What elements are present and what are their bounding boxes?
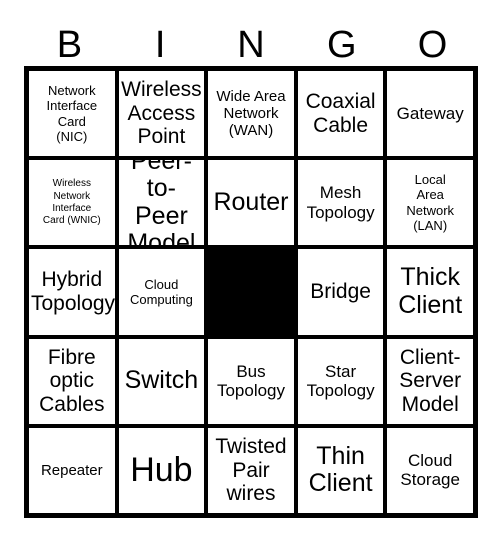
bingo-cell-label: Switch	[124, 366, 199, 395]
bingo-cell[interactable]: Local Area Network (LAN)	[387, 160, 473, 246]
bingo-cell-label: Twisted Pair wires	[215, 435, 287, 506]
bingo-cell[interactable]: Switch	[118, 338, 205, 424]
bingo-cell[interactable]: Repeater	[29, 427, 115, 513]
bingo-grid: Network Interface Card (NIC) Wireless Acc…	[24, 66, 478, 518]
bingo-cell-label: Coaxial Cable	[305, 90, 376, 137]
bingo-cell-label: Thick Client	[398, 263, 463, 319]
bingo-cell-label: Cloud Computing	[129, 276, 193, 307]
bingo-cell-label: Client- Server Model	[399, 345, 462, 416]
bingo-cell-label: Wireless Network Interface Card (WNIC)	[42, 178, 101, 226]
bingo-cell-label: Thin Client	[308, 441, 373, 498]
bingo-cell-label: Hub	[130, 450, 193, 489]
bingo-cell[interactable]: Star Topology	[297, 338, 384, 424]
bingo-cell-free-space[interactable]	[208, 249, 294, 335]
bingo-cell[interactable]: Mesh Topology	[297, 160, 384, 246]
bingo-cell[interactable]: Hybrid Topology	[29, 249, 115, 335]
bingo-cell-label: Mesh Topology	[306, 183, 375, 222]
bingo-cell-label: Fibre optic Cables	[39, 345, 105, 416]
bingo-column-headers: B I N G O	[24, 14, 478, 66]
bingo-cell-label: Bridge	[310, 280, 371, 304]
bingo-cell[interactable]: Peer- to-Peer Model	[118, 160, 205, 246]
bingo-cell-label: Network Interface Card (NIC)	[46, 82, 98, 144]
bingo-cell[interactable]: Coaxial Cable	[297, 71, 384, 157]
bingo-cell-label: Local Area Network (LAN)	[406, 172, 455, 234]
bingo-cell[interactable]: Wireless Network Interface Card (WNIC)	[29, 160, 115, 246]
bingo-cell[interactable]: Gateway	[387, 71, 473, 157]
bingo-cell[interactable]: Cloud Computing	[118, 249, 205, 335]
bingo-cell[interactable]: Wireless Access Point	[118, 71, 205, 157]
column-header-g: G	[327, 24, 357, 66]
bingo-cell[interactable]: Twisted Pair wires	[208, 427, 294, 513]
bingo-cell[interactable]: Client- Server Model	[387, 338, 473, 424]
bingo-cell-label: Gateway	[396, 103, 464, 123]
bingo-cell-label: Wide Area Network (WAN)	[216, 87, 286, 140]
bingo-cell-label: Peer- to-Peer Model	[127, 160, 196, 246]
bingo-cell[interactable]: Hub	[118, 427, 205, 513]
bingo-cell-label: Cloud Storage	[400, 450, 460, 490]
bingo-cell-label: Hybrid Topology	[31, 268, 115, 315]
bingo-cell[interactable]: Fibre optic Cables	[29, 338, 115, 424]
column-header-n: N	[237, 24, 265, 66]
bingo-cell[interactable]: Wide Area Network (WAN)	[208, 71, 294, 157]
bingo-cell[interactable]: Cloud Storage	[387, 427, 473, 513]
bingo-cell[interactable]: Router	[208, 160, 294, 246]
column-header-i: I	[154, 24, 166, 66]
bingo-cell-label: Star Topology	[306, 361, 375, 401]
bingo-cell[interactable]: Network Interface Card (NIC)	[29, 71, 115, 157]
bingo-cell-label: Router	[213, 188, 289, 217]
column-header-b: B	[56, 24, 83, 66]
bingo-cell-label: Wireless Access Point	[121, 78, 202, 149]
bingo-cell[interactable]: Thin Client	[297, 427, 384, 513]
bingo-cell[interactable]: Bus Topology	[208, 338, 294, 424]
bingo-cell[interactable]: Bridge	[297, 249, 384, 335]
column-header-o: O	[417, 24, 448, 66]
bingo-cell-label: Bus Topology	[216, 361, 286, 401]
bingo-card: B I N G O Network Interface Card (NIC) Wi…	[0, 0, 502, 544]
bingo-cell[interactable]: Thick Client	[387, 249, 473, 335]
bingo-cell-label: Repeater	[40, 461, 103, 479]
